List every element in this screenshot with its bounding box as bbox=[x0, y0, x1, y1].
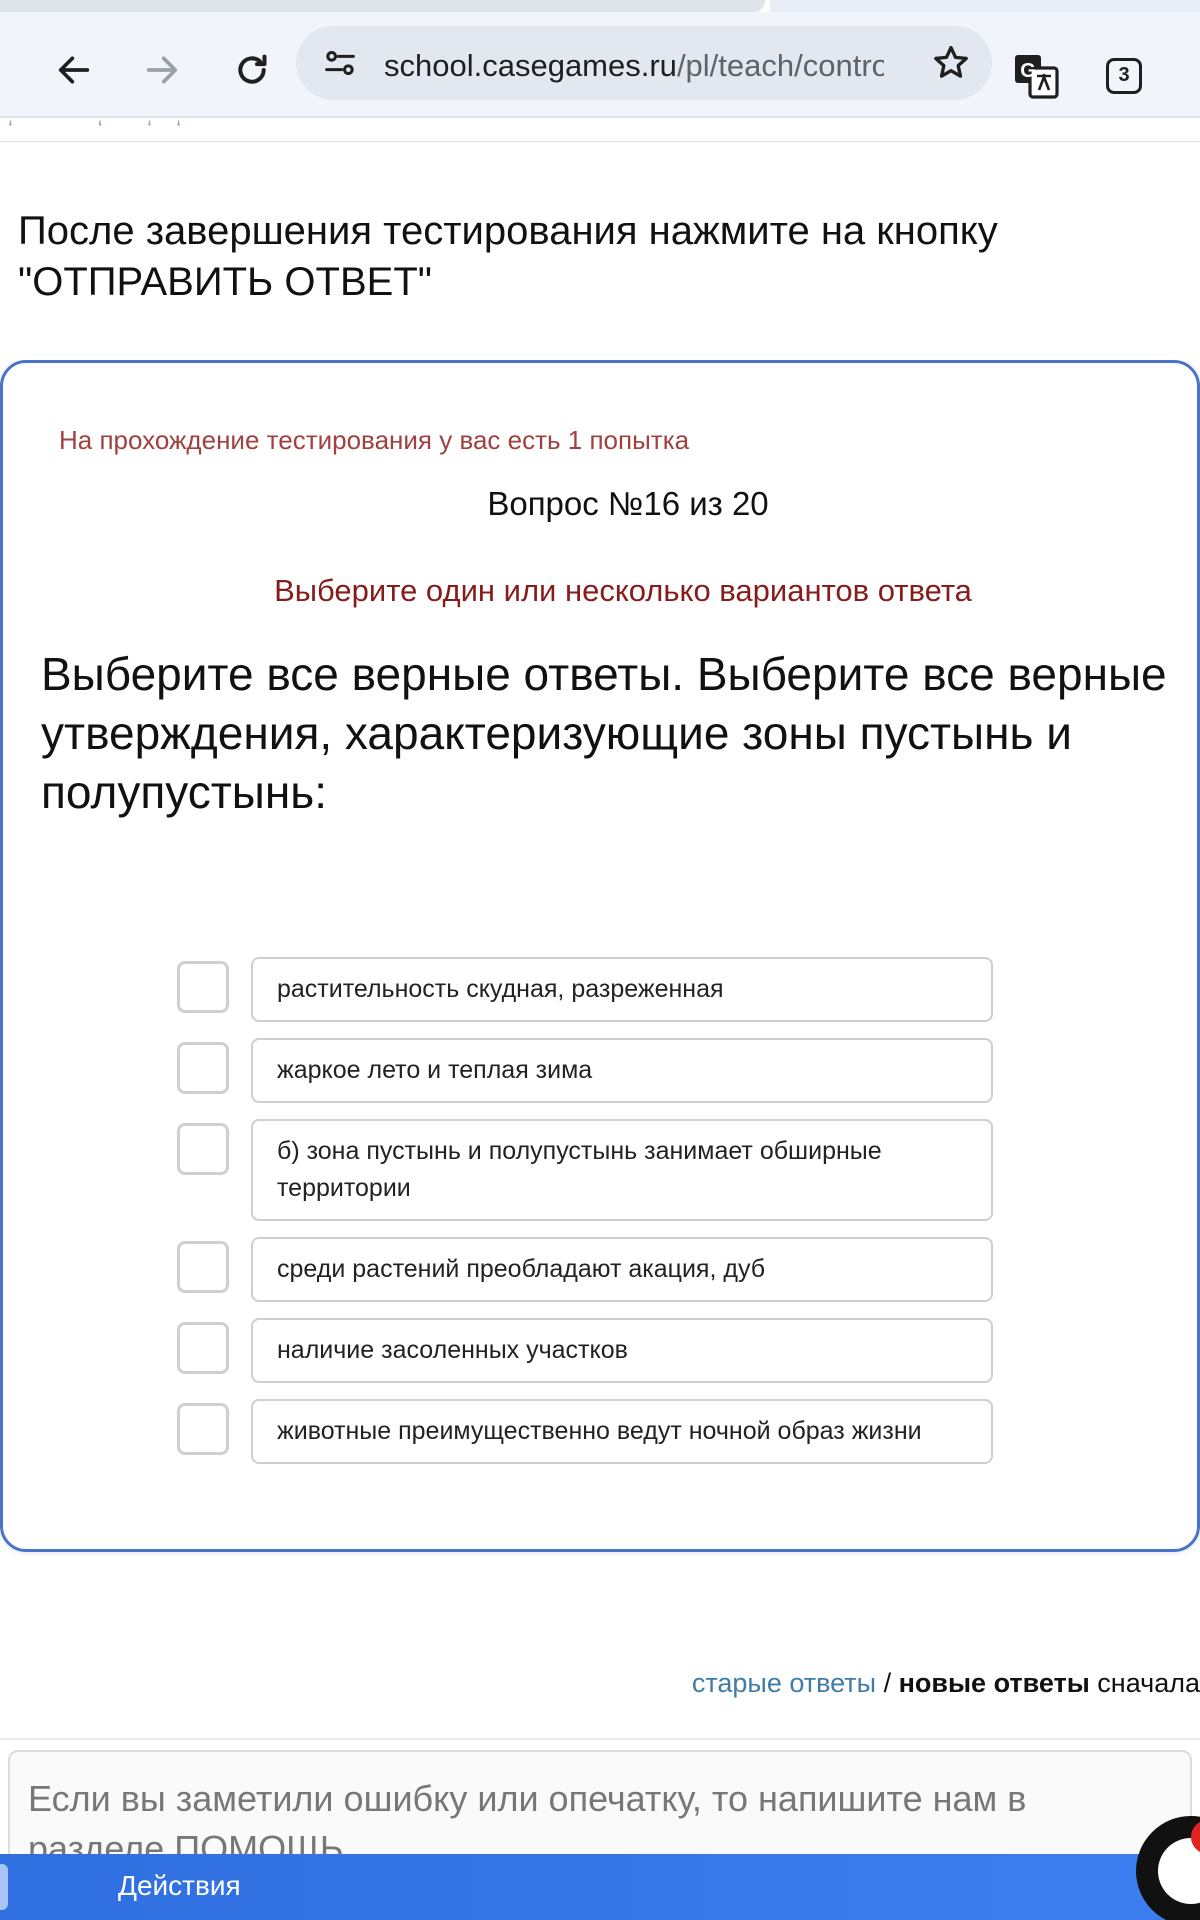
browser-toolbar: school.casegames.ru/pl/teach/control G 3 bbox=[0, 12, 1200, 118]
sort-separator: / bbox=[876, 1668, 899, 1698]
answer-checkbox[interactable] bbox=[177, 1403, 229, 1455]
url-path: /pl/teach/control bbox=[676, 48, 884, 83]
answer-hint: Выберите один или несколько вариантов от… bbox=[274, 573, 972, 608]
tab-strip-left[interactable] bbox=[0, 0, 765, 12]
reload-button[interactable] bbox=[224, 42, 280, 98]
tab-strip-right bbox=[770, 0, 1200, 12]
actions-label[interactable]: Действия bbox=[118, 1870, 241, 1902]
address-bar[interactable]: school.casegames.ru/pl/teach/control bbox=[296, 26, 992, 100]
answer-label[interactable]: животные преимущественно ведут ночной об… bbox=[251, 1399, 993, 1464]
page-header-cut: ‘ ‘ ‘ ‘ bbox=[0, 116, 1200, 142]
answer-label[interactable]: среди растений преобладают акация, дуб bbox=[251, 1237, 993, 1302]
star-icon[interactable] bbox=[930, 42, 972, 84]
answer-label[interactable]: растительность скудная, разреженная bbox=[251, 957, 993, 1022]
page: school.casegames.ru/pl/teach/control G 3… bbox=[0, 0, 1200, 1920]
site-info-icon[interactable] bbox=[320, 43, 360, 83]
instruction-text: После завершения тестирования нажмите на… bbox=[18, 209, 998, 304]
actions-bar-edge bbox=[0, 1864, 8, 1910]
answer-label[interactable]: жаркое лето и теплая зима bbox=[251, 1038, 993, 1103]
answer-checkbox[interactable] bbox=[177, 1123, 229, 1175]
new-answers-link[interactable]: новые ответы bbox=[899, 1668, 1090, 1698]
answer-checkbox[interactable] bbox=[177, 961, 229, 1013]
back-button[interactable] bbox=[46, 42, 102, 98]
answer-label[interactable]: б) зона пустынь и полупустынь занимает о… bbox=[251, 1119, 993, 1221]
translate-icon[interactable]: G bbox=[1012, 52, 1060, 100]
url-host: school.casegames.ru bbox=[384, 48, 677, 83]
divider bbox=[0, 1738, 1200, 1740]
forward-button[interactable] bbox=[134, 42, 190, 98]
forward-icon bbox=[146, 56, 178, 84]
tab-switcher-icon[interactable]: 3 bbox=[1106, 58, 1142, 94]
sort-tail-text: сначала bbox=[1089, 1668, 1200, 1698]
svg-text:G: G bbox=[1020, 60, 1036, 82]
reload-icon bbox=[238, 54, 267, 84]
answer-label[interactable]: наличие засоленных участков bbox=[251, 1318, 993, 1383]
answer-checkbox[interactable] bbox=[177, 1241, 229, 1293]
actions-bar[interactable]: Действия bbox=[0, 1854, 1200, 1920]
cut-off-text: ‘ ‘ ‘ ‘ bbox=[8, 116, 186, 141]
test-card: На прохождение тестирования у вас есть 1… bbox=[0, 360, 1200, 1552]
answers-sort-toggle: старые ответы / новые ответы сначала bbox=[692, 1668, 1200, 1699]
back-icon bbox=[58, 56, 90, 84]
url-text[interactable]: school.casegames.ru/pl/teach/control bbox=[384, 48, 884, 84]
answer-checkbox[interactable] bbox=[177, 1322, 229, 1374]
attempts-notice: На прохождение тестирования у вас есть 1… bbox=[59, 425, 690, 455]
old-answers-link[interactable]: старые ответы bbox=[692, 1668, 876, 1698]
question-text: Выберите все верные ответы. Выберите все… bbox=[41, 648, 1167, 818]
answer-checkbox[interactable] bbox=[177, 1042, 229, 1094]
chat-icon bbox=[1158, 1838, 1200, 1904]
question-number: Вопрос №16 из 20 bbox=[487, 485, 769, 522]
